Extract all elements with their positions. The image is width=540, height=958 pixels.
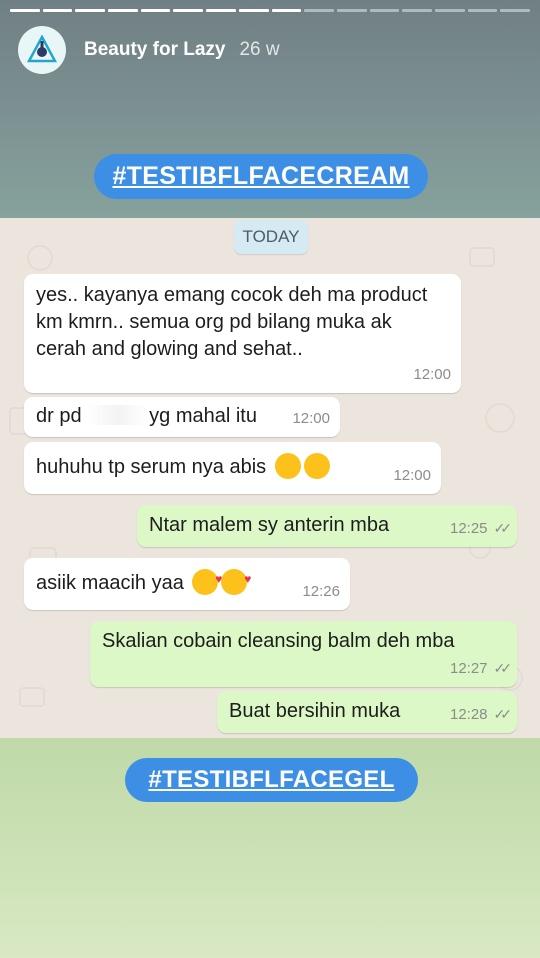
kissing-face-icon xyxy=(192,566,222,595)
brand-logo-icon xyxy=(27,35,57,63)
story-progress-segment xyxy=(402,9,432,12)
message-bubble-incoming[interactable]: dr pd yg mahal itu 12:00 xyxy=(24,397,340,437)
hashtag-sticker-facecream[interactable]: #TESTIBFLFACECREAM xyxy=(94,154,428,199)
message-text: yes.. kayanya emang cocok deh ma product… xyxy=(36,284,428,360)
story-progress-segment xyxy=(238,9,269,12)
story-progress-segment xyxy=(271,9,302,12)
message-bubble-incoming[interactable]: asiik maacih yaa 12:26 xyxy=(24,558,350,610)
story-progress-segment xyxy=(336,9,367,12)
grinning-face-icon xyxy=(274,453,301,479)
kissing-face-icon xyxy=(221,566,251,595)
story-timestamp: 26 w xyxy=(239,39,280,60)
chat-date-separator: TODAY xyxy=(234,220,308,254)
story-progress-segment xyxy=(369,9,400,12)
hashtag-sticker-facegel[interactable]: #TESTIBFLFACEGEL xyxy=(125,758,418,802)
message-time: 12:00 xyxy=(292,410,330,427)
message-bubble-incoming[interactable]: yes.. kayanya emang cocok deh ma product… xyxy=(24,274,461,393)
message-text-part: asiik maacih yaa xyxy=(36,572,184,594)
message-bubble-incoming[interactable]: huhuhu tp serum nya abis 12:00 xyxy=(24,442,441,494)
story-progress-segment xyxy=(140,9,171,12)
message-time: 12:27 xyxy=(449,660,488,677)
double-check-icon: ✓✓ xyxy=(493,660,513,676)
message-text: dr pd yg mahal itu xyxy=(36,403,257,430)
message-text: Ntar malem sy anterin mba xyxy=(149,514,390,536)
story-progress-segment xyxy=(10,9,40,12)
message-text: huhuhu tp serum nya abis xyxy=(36,453,330,481)
message-text-part: yg mahal itu xyxy=(149,405,257,427)
message-time: 12:25 xyxy=(449,520,488,537)
story-progress-segment xyxy=(75,9,106,12)
message-text-part: huhuhu tp serum nya abis xyxy=(36,456,267,478)
story-header[interactable]: Beauty for Lazy 26 w xyxy=(18,26,280,74)
message-time: 12:28 xyxy=(449,706,488,723)
message-text-part: dr pd xyxy=(36,405,82,427)
redacted-text xyxy=(87,405,150,425)
message-text: Skalian cobain cleansing balm deh mba xyxy=(102,630,455,652)
account-avatar[interactable] xyxy=(18,26,66,74)
story-progress-segment xyxy=(467,9,498,12)
story-progress-segment xyxy=(108,9,138,12)
message-time: 12:00 xyxy=(413,366,451,383)
double-check-icon: ✓✓ xyxy=(493,706,513,722)
story-progress-segment xyxy=(42,9,73,12)
story-progress-bar xyxy=(10,9,530,12)
beaming-face-icon xyxy=(303,453,330,479)
message-time: 12:26 xyxy=(302,583,340,600)
double-check-icon: ✓✓ xyxy=(493,520,513,536)
message-bubble-outgoing[interactable]: Skalian cobain cleansing balm deh mba 12… xyxy=(90,621,517,687)
story-progress-segment xyxy=(500,9,530,12)
story-progress-segment xyxy=(304,9,334,12)
story-progress-segment xyxy=(173,9,204,12)
story-progress-segment xyxy=(206,9,236,12)
message-text: asiik maacih yaa xyxy=(36,566,251,597)
message-text: Buat bersihin muka xyxy=(229,700,401,722)
message-bubble-outgoing[interactable]: Ntar malem sy anterin mba 12:25 ✓✓ xyxy=(137,505,517,547)
account-name[interactable]: Beauty for Lazy xyxy=(84,39,225,61)
story-progress-segment xyxy=(434,9,465,12)
message-time: 12:00 xyxy=(393,467,431,484)
message-bubble-outgoing[interactable]: Buat bersihin muka 12:28 ✓✓ xyxy=(217,691,517,733)
